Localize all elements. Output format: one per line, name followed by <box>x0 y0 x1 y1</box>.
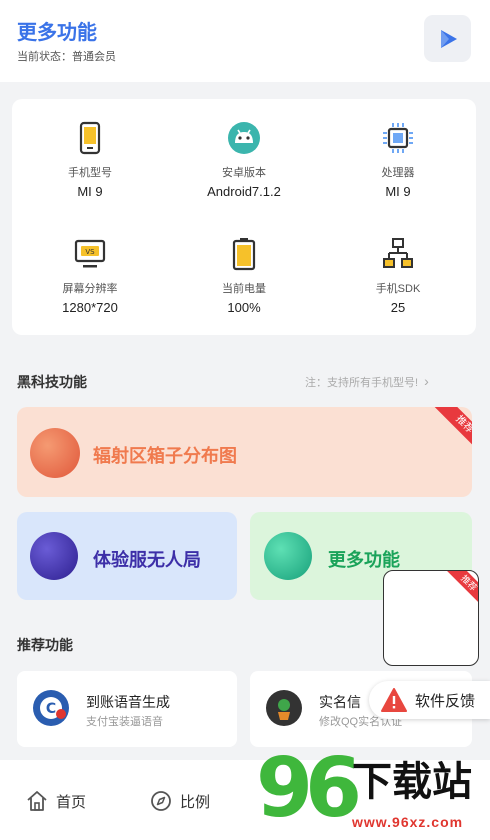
nav-label: 比例 <box>180 793 211 811</box>
note-text: 注：支持所有手机型号! <box>305 377 419 389</box>
watermark-url: www.96xz.com <box>352 814 464 830</box>
blacktech-note: 注：支持所有手机型号! › <box>305 373 429 390</box>
feature-empty-match[interactable]: 体验服无人局 <box>17 512 237 600</box>
nav-label: 首页 <box>56 793 87 811</box>
chevron-right-icon: › <box>424 373 429 389</box>
info-battery: 当前电量 100% <box>174 237 314 315</box>
watermark-number: 96 <box>256 741 362 836</box>
rec-subtitle: 支付宝装逼语音 <box>86 716 163 728</box>
feature-label: 辐射区箱子分布图 <box>93 446 237 466</box>
floating-popup[interactable]: 推荐 <box>383 570 479 666</box>
feature-label: 更多功能 <box>328 550 400 570</box>
feedback-label: 软件反馈 <box>415 692 476 710</box>
info-label: 当前电量 <box>222 283 266 295</box>
watermark-text: 下载站 <box>352 760 472 804</box>
info-sdk: 手机SDK 25 <box>328 237 468 315</box>
svg-text:VS: VS <box>85 248 95 256</box>
home-icon <box>27 791 47 811</box>
battery-icon <box>232 238 256 271</box>
recommend-badge: 推荐 <box>433 407 472 456</box>
voice-icon: C <box>33 690 69 726</box>
green-ball-icon <box>264 532 312 580</box>
nav-home[interactable]: 首页 <box>26 790 86 812</box>
cpu-icon <box>383 123 413 153</box>
android-icon <box>228 122 260 154</box>
network-icon <box>383 238 413 268</box>
page-title: 更多功能 <box>17 22 97 44</box>
blacktech-title: 黑科技功能 <box>17 374 87 390</box>
info-processor: 处理器 MI 9 <box>328 121 468 199</box>
info-value: MI 9 <box>77 184 103 199</box>
monitor-icon: VS <box>74 239 106 268</box>
info-value: 25 <box>390 300 406 315</box>
info-value: 100% <box>227 300 261 315</box>
feedback-button[interactable]: 软件反馈 <box>369 681 490 719</box>
info-resolution: VS 屏幕分辨率 1280*720 <box>20 237 160 315</box>
orange-ball-icon <box>30 428 80 478</box>
feature-label: 体验服无人局 <box>93 550 201 570</box>
info-value: MI 9 <box>385 184 411 199</box>
purple-ball-icon <box>30 532 78 580</box>
floating-badge: 推荐 <box>442 571 479 610</box>
nav-ratio[interactable]: 比例 <box>150 790 210 812</box>
rec-title: 到账语音生成 <box>86 694 170 710</box>
real-name-icon <box>266 690 302 726</box>
play-button[interactable] <box>424 15 471 62</box>
info-label: 处理器 <box>381 167 415 179</box>
info-value: Android7.1.2 <box>207 184 281 199</box>
badge-text: 推荐 <box>459 573 479 593</box>
warning-icon <box>381 688 407 712</box>
info-label: 安卓版本 <box>222 167 266 179</box>
member-status: 当前状态：普通会员 <box>17 51 116 63</box>
recommend-title: 推荐功能 <box>17 637 73 653</box>
info-value: 1280*720 <box>62 300 118 315</box>
play-icon <box>440 29 457 48</box>
phone-icon <box>79 121 101 155</box>
info-label: 手机型号 <box>68 167 112 179</box>
header: 更多功能 当前状态：普通会员 <box>0 0 490 82</box>
info-label: 屏幕分辨率 <box>62 283 118 295</box>
compass-icon <box>151 791 171 811</box>
rec-voice-generator[interactable]: C 到账语音生成 支付宝装逼语音 <box>17 671 237 747</box>
rec-title: 实名信 <box>319 694 361 710</box>
info-label: 手机SDK <box>375 283 421 295</box>
svg-text:C: C <box>46 701 56 717</box>
info-phone-model: 手机型号 MI 9 <box>20 121 160 199</box>
device-info-card: 手机型号 MI 9 安卓版本 Android7.1.2 处理器 MI 9 VS … <box>12 99 476 335</box>
badge-text: 推荐 <box>453 413 472 436</box>
feature-radiation-map[interactable]: 辐射区箱子分布图 推荐 <box>17 407 472 497</box>
info-android-version: 安卓版本 Android7.1.2 <box>174 121 314 199</box>
